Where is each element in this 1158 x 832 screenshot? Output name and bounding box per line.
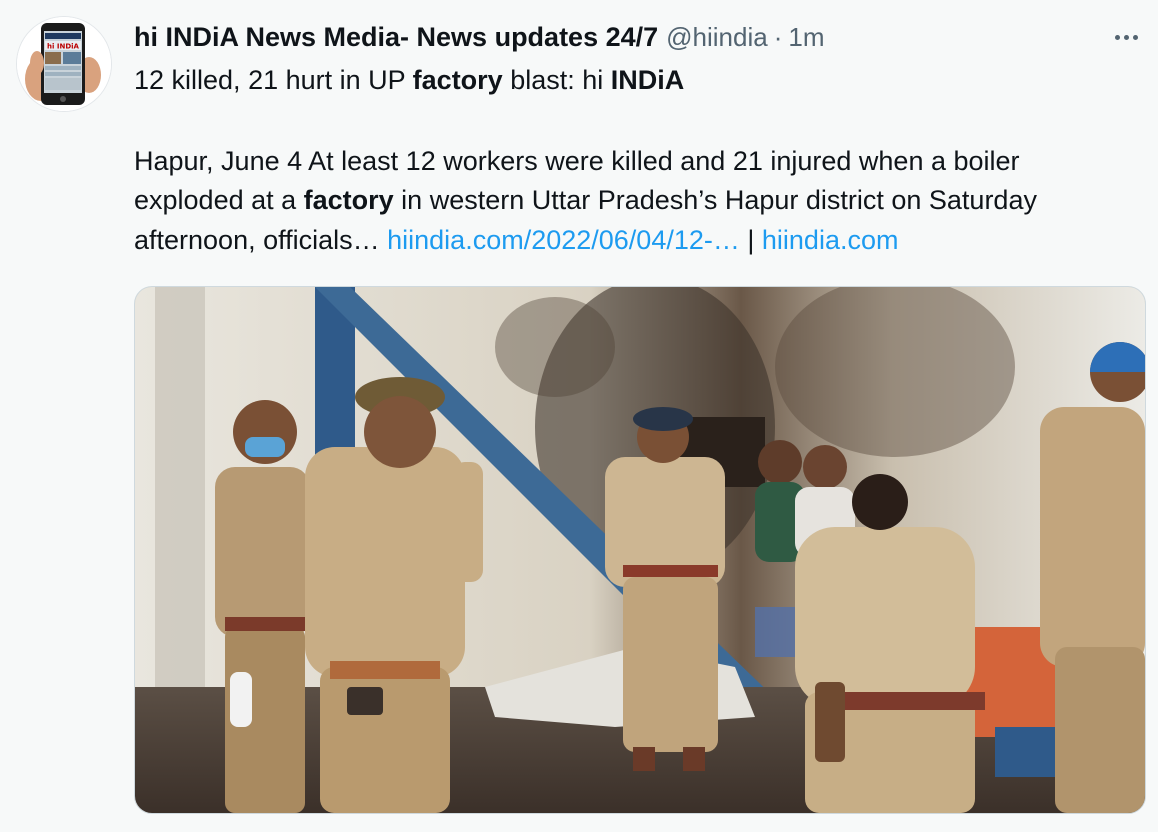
tweet-card[interactable]: hi INDiA hi INDiA News Media- News updat… [0, 0, 1158, 832]
site-link[interactable]: hiindia.com [762, 225, 899, 255]
avatar-logo-text: hi INDiA [47, 43, 79, 51]
phone-logo-icon: hi INDiA [17, 17, 111, 111]
user-handle[interactable]: @hiindia [666, 22, 768, 53]
tweet-media-photo[interactable] [134, 286, 1146, 814]
article-link[interactable]: hiindia.com/2022/06/04/12-… [387, 225, 740, 255]
tweet-header: hi INDiA News Media- News updates 24/7 @… [134, 20, 825, 54]
display-name[interactable]: hi INDiA News Media- News updates 24/7 [134, 22, 658, 53]
profile-avatar[interactable]: hi INDiA [16, 16, 112, 112]
more-horizontal-icon [1114, 34, 1120, 40]
more-options-button[interactable] [1106, 22, 1146, 52]
brand-name: INDiA [610, 65, 685, 95]
tweet-headline: 12 killed, 21 hurt in UP factory blast: … [134, 65, 685, 95]
hashtag-factory: factory [412, 65, 503, 95]
timestamp[interactable]: 1m [788, 22, 824, 53]
tweet-body-line-2: exploded at a factory in western Uttar P… [134, 185, 1037, 215]
separator-dot: · [773, 21, 783, 52]
photo-illustration [135, 287, 1145, 813]
tweet-body-line-1: Hapur, June 4 At least 12 workers were k… [134, 146, 1020, 176]
tweet-body-line-3: afternoon, officials… hiindia.com/2022/0… [134, 225, 899, 255]
